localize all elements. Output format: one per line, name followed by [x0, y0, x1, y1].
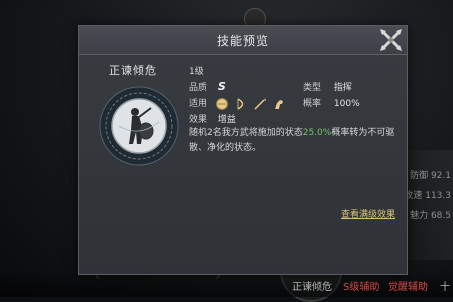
effect-label: 效果: [189, 115, 208, 125]
type-label: 类型: [303, 83, 322, 93]
skill-emblem-icon: [99, 86, 179, 166]
background-stat-defense: 防御 92.1: [410, 171, 451, 181]
skill-preview-dialog: 技能预览 正谏倾危 1级 品质 S 类型 指挥 适用 概率 100% 效果 增益…: [78, 25, 408, 275]
shield-icon: [215, 97, 228, 110]
effect-row: 效果 增益: [189, 112, 236, 125]
view-max-level-link[interactable]: 查看满级效果: [341, 207, 395, 220]
dialog-title: 技能预览: [216, 34, 269, 48]
grade-value: S: [217, 80, 226, 93]
description-highlight: 25.0%: [302, 128, 332, 138]
type-value: 指挥: [333, 83, 352, 93]
background-stat-speed: 攻速 113.3: [404, 191, 451, 201]
grade-row: 品质 S: [189, 80, 226, 93]
applicable-row: 适用: [189, 96, 289, 110]
effect-value: 增益: [217, 115, 236, 125]
bow-icon: [237, 97, 243, 110]
applicable-icons: [215, 97, 289, 110]
skill-level: 1级: [189, 67, 204, 77]
horse-icon: [274, 99, 283, 109]
grade-label: 品质: [189, 83, 208, 93]
close-button[interactable]: [377, 26, 405, 54]
description-prefix: 随机2名我方武将施加的状态: [189, 128, 303, 138]
skill-description: 随机2名我方武将施加的状态25.0%概率转为不可驱散、净化的状态。: [189, 126, 401, 156]
background-bottom-grade: S级辅助: [343, 282, 380, 293]
background-bottom-plus: 十: [440, 282, 450, 293]
applicable-label: 适用: [189, 99, 208, 109]
background-stats-panel: 防御 92.1 攻速 113.3 魅力 68.5: [403, 150, 453, 260]
rate-label: 概率: [303, 99, 322, 109]
type-row: 类型 指挥: [303, 80, 352, 93]
background-stat-charm: 魅力 68.5: [410, 211, 451, 221]
background-bottom-skill-name: 正谏倾危: [292, 282, 332, 293]
rate-row: 概率 100%: [303, 96, 360, 109]
rate-value: 100%: [333, 99, 360, 109]
background-bottom-awaken: 觉醒辅助: [388, 282, 428, 293]
spear-icon: [254, 98, 266, 110]
dialog-header: 技能预览: [79, 26, 407, 55]
skill-name: 正谏倾危: [109, 64, 157, 77]
crossed-blades-close-icon: [380, 29, 402, 51]
